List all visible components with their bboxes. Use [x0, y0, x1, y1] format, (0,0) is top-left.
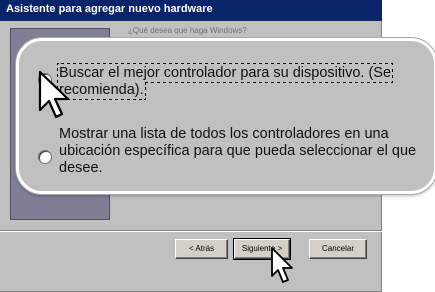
arrow-cursor-icon — [38, 70, 70, 119]
title-bar: Asistente para agregar nuevo hardware — [0, 0, 382, 21]
button-separator — [0, 230, 382, 232]
zoom-callout: Buscar el mejor controlador para su disp… — [16, 38, 435, 194]
back-button[interactable]: < Atrás — [175, 239, 228, 259]
radio-show-driver-list[interactable] — [38, 150, 52, 164]
option-search-best-driver[interactable]: Buscar el mejor controlador para su disp… — [56, 63, 409, 100]
window-title: Asistente para agregar nuevo hardware — [6, 3, 213, 15]
option-show-driver-list[interactable]: Mostrar una lista de todos los controlad… — [59, 126, 424, 177]
wizard-question: ¿Qué desea que haga Windows? — [128, 26, 247, 35]
arrow-cursor-icon — [271, 247, 293, 283]
cancel-button[interactable]: Cancelar — [309, 239, 367, 259]
option-label: Buscar el mejor controlador para su disp… — [56, 63, 394, 100]
